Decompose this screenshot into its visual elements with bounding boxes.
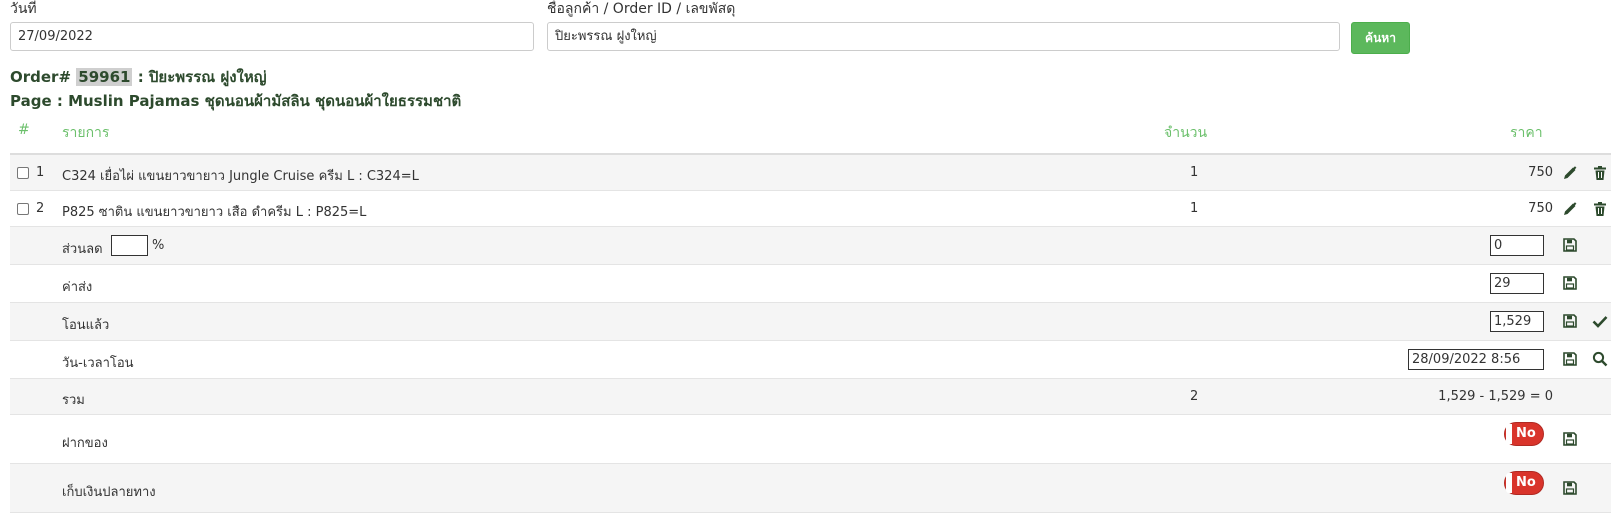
- save-icon[interactable]: [1562, 351, 1578, 367]
- row-index: 1: [36, 165, 45, 180]
- discount-row: ส่วนลด % 0: [10, 227, 1611, 265]
- transfer-time-row: วัน-เวลาโอน 28/09/2022 8:56: [10, 341, 1611, 379]
- discount-percent-input[interactable]: [111, 235, 148, 256]
- order-id: 59961: [76, 68, 133, 86]
- row-item-name: C324 เยื่อไผ่ แขนยาวขายาว Jungle Cruise …: [62, 169, 419, 184]
- total-label: รวม: [62, 393, 85, 408]
- pencil-icon[interactable]: [1562, 201, 1578, 217]
- shipping-row: ค่าส่ง 29: [10, 265, 1611, 303]
- cod-row: เก็บเงินปลายทาง No: [10, 464, 1611, 513]
- col-qty-header: จำนวน: [1164, 125, 1208, 141]
- toggle-text: No: [1516, 426, 1536, 441]
- order-prefix: Order#: [10, 68, 72, 86]
- transfer-time-label: วัน-เวลาโอน: [62, 356, 134, 371]
- trash-icon[interactable]: [1592, 201, 1608, 217]
- table-row: 1 C324 เยื่อไผ่ แขนยาวขายาว Jungle Cruis…: [10, 155, 1611, 191]
- total-qty: 2: [1190, 389, 1199, 404]
- toggle-knob: [1506, 424, 1512, 444]
- percent-sign: %: [152, 238, 165, 253]
- deposit-label: ฝากของ: [62, 436, 108, 451]
- row-item-name: P825 ซาติน แขนยาวขายาว เสือ ดำครีม L : P…: [62, 205, 367, 220]
- discount-label: ส่วนลด: [62, 242, 103, 257]
- deposit-row: ฝากของ No: [10, 415, 1611, 464]
- transferred-label: โอนแล้ว: [62, 318, 110, 333]
- table-row: 2 P825 ซาติน แขนยาวขายาว เสือ ดำครีม L :…: [10, 191, 1611, 227]
- search-button[interactable]: ค้นหา: [1351, 22, 1410, 54]
- order-customer: : ปิยะพรรณ ฝูงใหญ่: [137, 68, 267, 86]
- cod-label: เก็บเงินปลายทาง: [62, 485, 156, 500]
- col-index-header: #: [18, 122, 30, 138]
- row-checkbox[interactable]: [17, 167, 29, 179]
- shipping-input[interactable]: 29: [1490, 273, 1544, 294]
- save-icon[interactable]: [1562, 431, 1578, 447]
- row-price: 750: [1528, 201, 1553, 216]
- row-qty: 1: [1190, 165, 1199, 180]
- row-checkbox[interactable]: [17, 203, 29, 215]
- trash-icon[interactable]: [1592, 165, 1608, 181]
- search-input[interactable]: ปิยะพรรณ ฝูงใหญ่: [547, 22, 1340, 51]
- page-name: Page : Muslin Pajamas ชุดนอนผ้ามัสลิน ชุ…: [10, 92, 462, 110]
- toggle-knob: [1506, 473, 1512, 493]
- save-icon[interactable]: [1562, 313, 1578, 329]
- date-label: วันที่: [10, 1, 37, 17]
- row-index: 2: [36, 201, 45, 216]
- save-icon[interactable]: [1562, 480, 1578, 496]
- deposit-toggle[interactable]: No: [1504, 422, 1544, 446]
- pencil-icon[interactable]: [1562, 165, 1578, 181]
- shipping-label: ค่าส่ง: [62, 280, 93, 295]
- col-item-header: รายการ: [62, 125, 110, 141]
- row-price: 750: [1528, 165, 1553, 180]
- cod-toggle[interactable]: No: [1504, 471, 1544, 495]
- col-price-header: ราคา: [1510, 125, 1543, 141]
- discount-input[interactable]: 0: [1490, 235, 1544, 256]
- save-icon[interactable]: [1562, 237, 1578, 253]
- transferred-input[interactable]: 1,529: [1490, 311, 1544, 332]
- transferred-row: โอนแล้ว 1,529: [10, 303, 1611, 341]
- row-qty: 1: [1190, 201, 1199, 216]
- date-input[interactable]: 27/09/2022: [10, 22, 534, 51]
- toggle-text: No: [1516, 475, 1536, 490]
- query-label: ชื่อลูกค้า / Order ID / เลขพัสดุ: [547, 1, 736, 17]
- save-icon[interactable]: [1562, 275, 1578, 291]
- check-icon[interactable]: [1592, 313, 1608, 329]
- total-row: รวม 2 1,529 - 1,529 = 0: [10, 379, 1611, 415]
- order-title: Order# 59961 : ปิยะพรรณ ฝูงใหญ่: [10, 65, 267, 89]
- total-summary: 1,529 - 1,529 = 0: [1438, 389, 1553, 404]
- transfer-time-input[interactable]: 28/09/2022 8:56: [1408, 349, 1544, 370]
- search-icon[interactable]: [1592, 351, 1608, 367]
